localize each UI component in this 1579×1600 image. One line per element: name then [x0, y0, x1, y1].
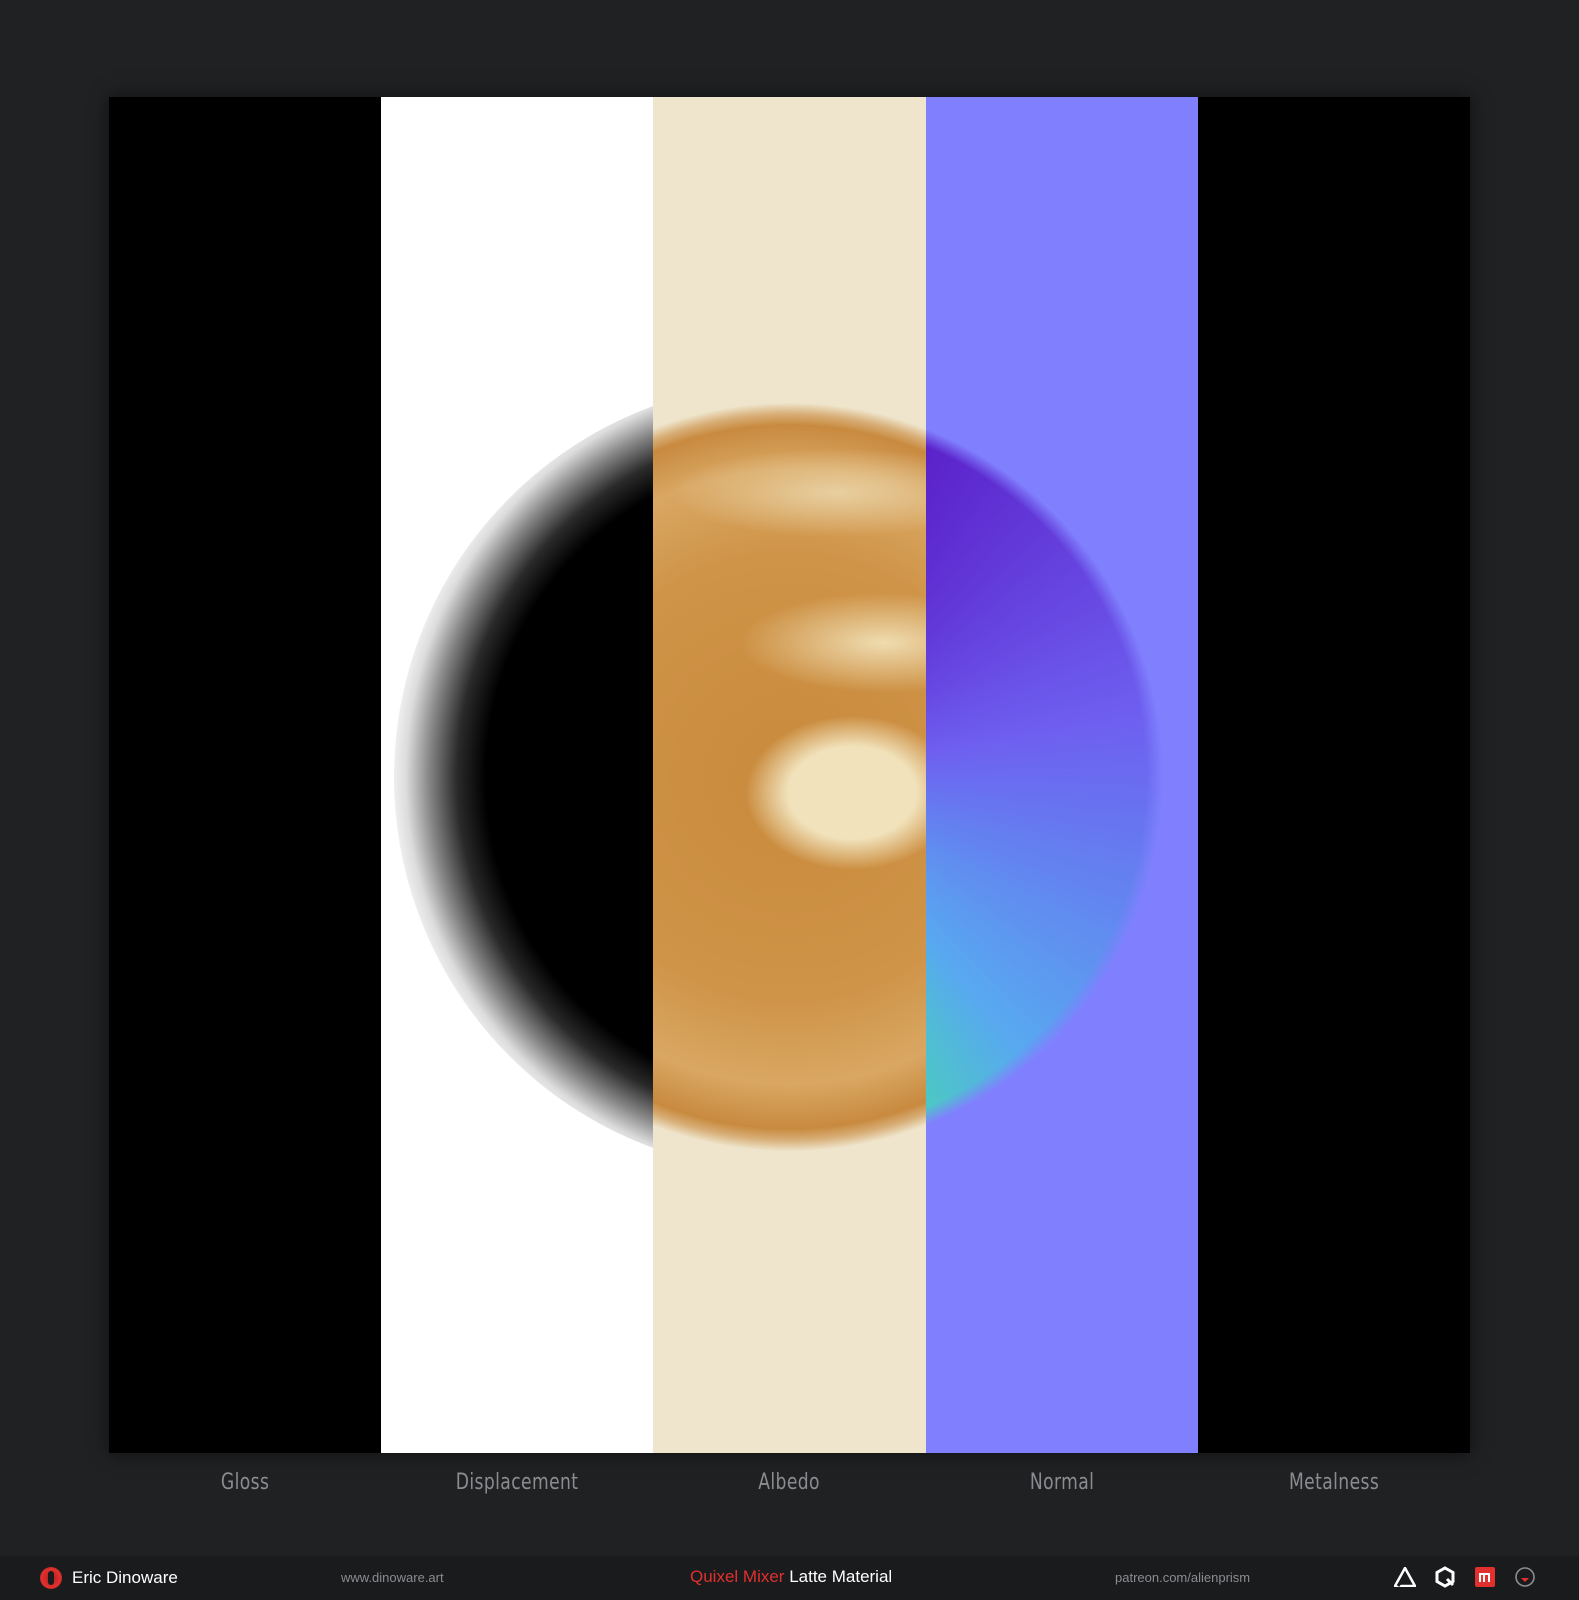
- artstation-icon[interactable]: [1394, 1566, 1416, 1588]
- alien-icon[interactable]: [1514, 1566, 1536, 1588]
- albedo-strip: [653, 97, 926, 1453]
- strip-labels: Gloss Displacement Albedo Normal Metalne…: [109, 1470, 1470, 1520]
- title-accent: Quixel Mixer: [690, 1567, 785, 1586]
- gloss-strip: [109, 97, 382, 1453]
- displacement-strip: [381, 97, 654, 1453]
- label-normal: Normal: [1029, 1470, 1094, 1495]
- normal-map-disc: [925, 382, 1184, 1172]
- footer-bar: Eric Dinoware www.dinoware.art Quixel Mi…: [0, 1556, 1579, 1600]
- quixel-icon[interactable]: [1434, 1566, 1456, 1588]
- title-rest: Latte Material: [784, 1567, 893, 1586]
- author: Eric Dinoware: [40, 1567, 178, 1589]
- label-albedo: Albedo: [758, 1470, 821, 1495]
- label-metalness: Metalness: [1288, 1470, 1379, 1495]
- displacement-cup-disc: [394, 382, 654, 1172]
- metalness-strip: [1197, 97, 1470, 1453]
- social-icons: [1394, 1566, 1536, 1588]
- website-link[interactable]: www.dinoware.art: [341, 1570, 444, 1585]
- marmoset-icon[interactable]: [1474, 1566, 1496, 1588]
- material-preview-canvas: [109, 97, 1470, 1453]
- author-name: Eric Dinoware: [72, 1568, 178, 1587]
- dinoware-logo-icon: [40, 1567, 62, 1589]
- label-displacement: Displacement: [455, 1470, 579, 1495]
- label-gloss: Gloss: [220, 1470, 270, 1495]
- albedo-latte-disc: [653, 382, 926, 1172]
- normal-strip: [925, 97, 1198, 1453]
- patreon-link[interactable]: patreon.com/alienprism: [1115, 1570, 1250, 1585]
- footer-title: Quixel Mixer Latte Material: [690, 1567, 892, 1587]
